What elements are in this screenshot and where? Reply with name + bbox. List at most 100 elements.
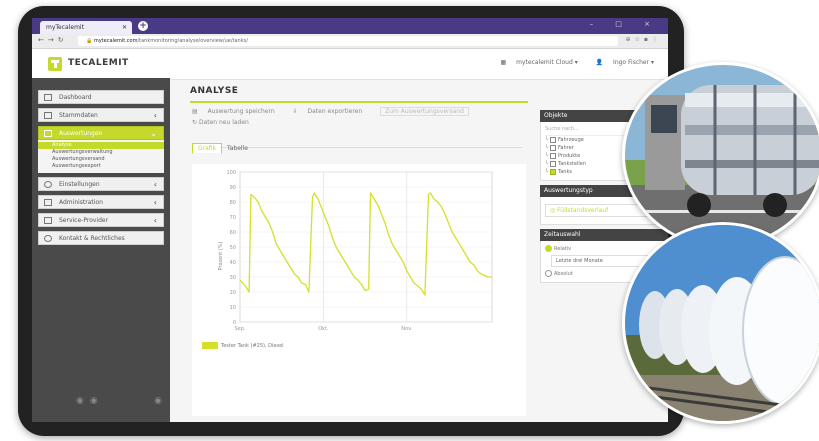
radio-selected-icon[interactable] (545, 245, 552, 252)
menu-icon[interactable]: ⋮ (652, 36, 662, 43)
back-icon[interactable]: ← (38, 36, 48, 44)
radio-relative[interactable]: Relativ (545, 245, 663, 253)
brand-name: TECALEMIT (68, 58, 129, 68)
sidebar-item-kontakt[interactable]: Kontakt & Rechtliches (38, 231, 164, 245)
y-tick-label: 50 (230, 245, 236, 251)
gear-icon (44, 181, 52, 188)
extension-icon[interactable]: ▪ (644, 36, 652, 43)
sidebar-item-einstellungen[interactable]: Einstellungen ‹ (38, 177, 164, 191)
time-selection-header[interactable]: Zeitauswahl (540, 229, 668, 241)
cloud-icon: ▦ (500, 59, 507, 66)
book-icon (44, 112, 52, 119)
chart-panel: Prozent (%) 0 10 20 30 40 50 60 70 80 90 100 Sep. Ok… (192, 164, 526, 416)
y-tick-label: 10 (230, 305, 236, 311)
main-content: ANALYSE ▤ Auswertung speichern ⇩ Daten e… (176, 78, 528, 422)
sidebar-subitem-verwaltung[interactable]: Auswertungsverwaltung (38, 149, 164, 156)
checkbox-icon[interactable] (550, 136, 557, 143)
tools-icon (44, 199, 52, 206)
tree-item-label: Tanks (558, 169, 572, 175)
radio-relative-label: Relativ (554, 246, 572, 252)
y-tick-label: 80 (230, 200, 236, 206)
checkbox-icon[interactable] (550, 160, 557, 167)
sidebar-footer-icons[interactable]: ◉◉ (76, 396, 104, 406)
star-icon[interactable]: ☆ (635, 36, 644, 43)
checkbox-icon[interactable] (550, 152, 557, 159)
nav-buttons[interactable]: ←→↻ (38, 36, 68, 44)
header-menus: ▦ mytecalemit Cloud ▾ 👤 Ingo Fischer ▾ (485, 59, 654, 66)
user-menu[interactable]: 👤 Ingo Fischer ▾ (588, 59, 654, 66)
save-icon: ▤ (192, 108, 198, 115)
download-icon: ⇩ (292, 108, 298, 115)
analysis-type-icon: ◎ (550, 207, 556, 214)
browser-tab[interactable]: myTecalemit ✕ (40, 21, 132, 34)
sidebar-subitem-versand[interactable]: Auswertungsversand (38, 156, 164, 163)
y-tick-label: 60 (230, 230, 236, 236)
browser-actions[interactable]: ⊕☆▪⋮ (626, 36, 663, 43)
refresh-icon: ↻ (192, 119, 198, 126)
tecalemit-logo-icon[interactable] (48, 57, 62, 71)
info-icon (44, 235, 52, 242)
checkbox-icon[interactable] (550, 144, 557, 151)
forward-icon[interactable]: → (48, 36, 58, 44)
sidebar-item-auswertungen[interactable]: Auswertungen ⌄ (38, 126, 164, 140)
window-controls[interactable]: – □ × (590, 20, 660, 28)
url-path: /tankmonitoring/analyse/overview/ue/tank… (137, 38, 248, 44)
x-tick-label: Okt. (318, 326, 329, 332)
legend-label: Tester Tank (#25), Diesel (221, 343, 284, 349)
sidebar-item-stammdaten[interactable]: Stammdaten ‹ (38, 108, 164, 122)
tab-grafik[interactable]: Grafik (192, 143, 223, 154)
tree-item-label: Produkte (558, 153, 581, 159)
app-header: TECALEMIT ▦ mytecalemit Cloud ▾ 👤 Ingo F… (32, 49, 668, 80)
user-menu-label: Ingo Fischer ▾ (613, 59, 654, 66)
close-tab-icon[interactable]: ✕ (122, 21, 127, 34)
reload-data-label: Daten neu laden (198, 119, 249, 126)
analysis-type-value: Füllstandsverlauf (557, 207, 609, 214)
sidebar-subitem-export[interactable]: Auswertungsexport (38, 163, 164, 170)
title-underline (190, 101, 528, 103)
chevron-left-icon: ‹ (153, 180, 157, 189)
tree-item-label: Tankstellen (558, 161, 587, 167)
browser-tab-title: myTecalemit (46, 24, 84, 31)
chart-icon (44, 130, 52, 137)
tablet-frame: myTecalemit ✕ + – □ × ←→↻ 🔒 mytecalemit.… (18, 6, 684, 436)
zoom-icon[interactable]: ⊕ (626, 36, 635, 43)
address-bar[interactable]: 🔒 mytecalemit.com/tankmonitoring/analyse… (78, 36, 618, 46)
action-toolbar: ▤ Auswertung speichern ⇩ Daten exportier… (192, 107, 528, 117)
sidebar-item-dashboard[interactable]: Dashboard (38, 90, 164, 104)
sidebar-item-label: Kontakt & Rechtliches (59, 235, 125, 242)
view-tabs: Grafik Tabelle (192, 135, 522, 154)
checkbox-checked-icon[interactable] (550, 168, 557, 175)
y-tick-label: 90 (230, 185, 236, 191)
fill-level-chart: Prozent (%) 0102030405060708090100Sep. Ok… (218, 170, 493, 332)
sidebar-item-administration[interactable]: Administration ‹ (38, 195, 164, 209)
settings-circle-icon[interactable]: ◉ (76, 396, 90, 406)
sidebar-item-label: Einstellungen (59, 181, 100, 188)
chart-legend[interactable]: Tester Tank (#25), Diesel (202, 342, 284, 349)
radio-absolute-label: Absolut (554, 271, 573, 277)
storage-tanks-photo (622, 222, 819, 424)
export-data-button[interactable]: ⇩ Daten exportieren (293, 108, 371, 115)
reload-icon[interactable]: ↻ (58, 36, 68, 44)
y-tick-label: 100 (226, 170, 236, 176)
save-analysis-button[interactable]: ▤ Auswertung speichern (192, 108, 283, 115)
screen: myTecalemit ✕ + – □ × ←→↻ 🔒 mytecalemit.… (32, 18, 668, 422)
cloud-menu[interactable]: ▦ mytecalemit Cloud ▾ (493, 59, 578, 66)
sidebar-subitem-analyse[interactable]: Analyse (38, 142, 164, 149)
radio-unselected-icon[interactable] (545, 270, 552, 277)
reload-data-button[interactable]: ↻ Daten neu laden (192, 119, 528, 126)
sidebar-item-service-provider[interactable]: Service-Provider ‹ (38, 213, 164, 227)
tab-tabelle[interactable]: Tabelle (222, 144, 253, 153)
chevron-left-icon: ‹ (153, 111, 157, 120)
address-bar-row: ←→↻ 🔒 mytecalemit.com/tankmonitoring/ana… (32, 34, 668, 49)
collapse-sidebar-icon[interactable]: ◉ (154, 396, 162, 406)
send-analysis-button[interactable]: Zum Auswertungsversand (380, 107, 469, 116)
y-tick-label: 70 (230, 215, 236, 221)
sidebar-item-label: Dashboard (59, 94, 92, 101)
y-tick-label: 20 (230, 290, 236, 296)
help-circle-icon[interactable]: ◉ (90, 396, 104, 406)
truck-photo (622, 62, 819, 248)
sidebar-item-label: Administration (59, 199, 103, 206)
user-icon: 👤 (595, 59, 604, 66)
new-tab-icon[interactable]: + (138, 21, 148, 31)
chevron-left-icon: ‹ (153, 198, 157, 207)
